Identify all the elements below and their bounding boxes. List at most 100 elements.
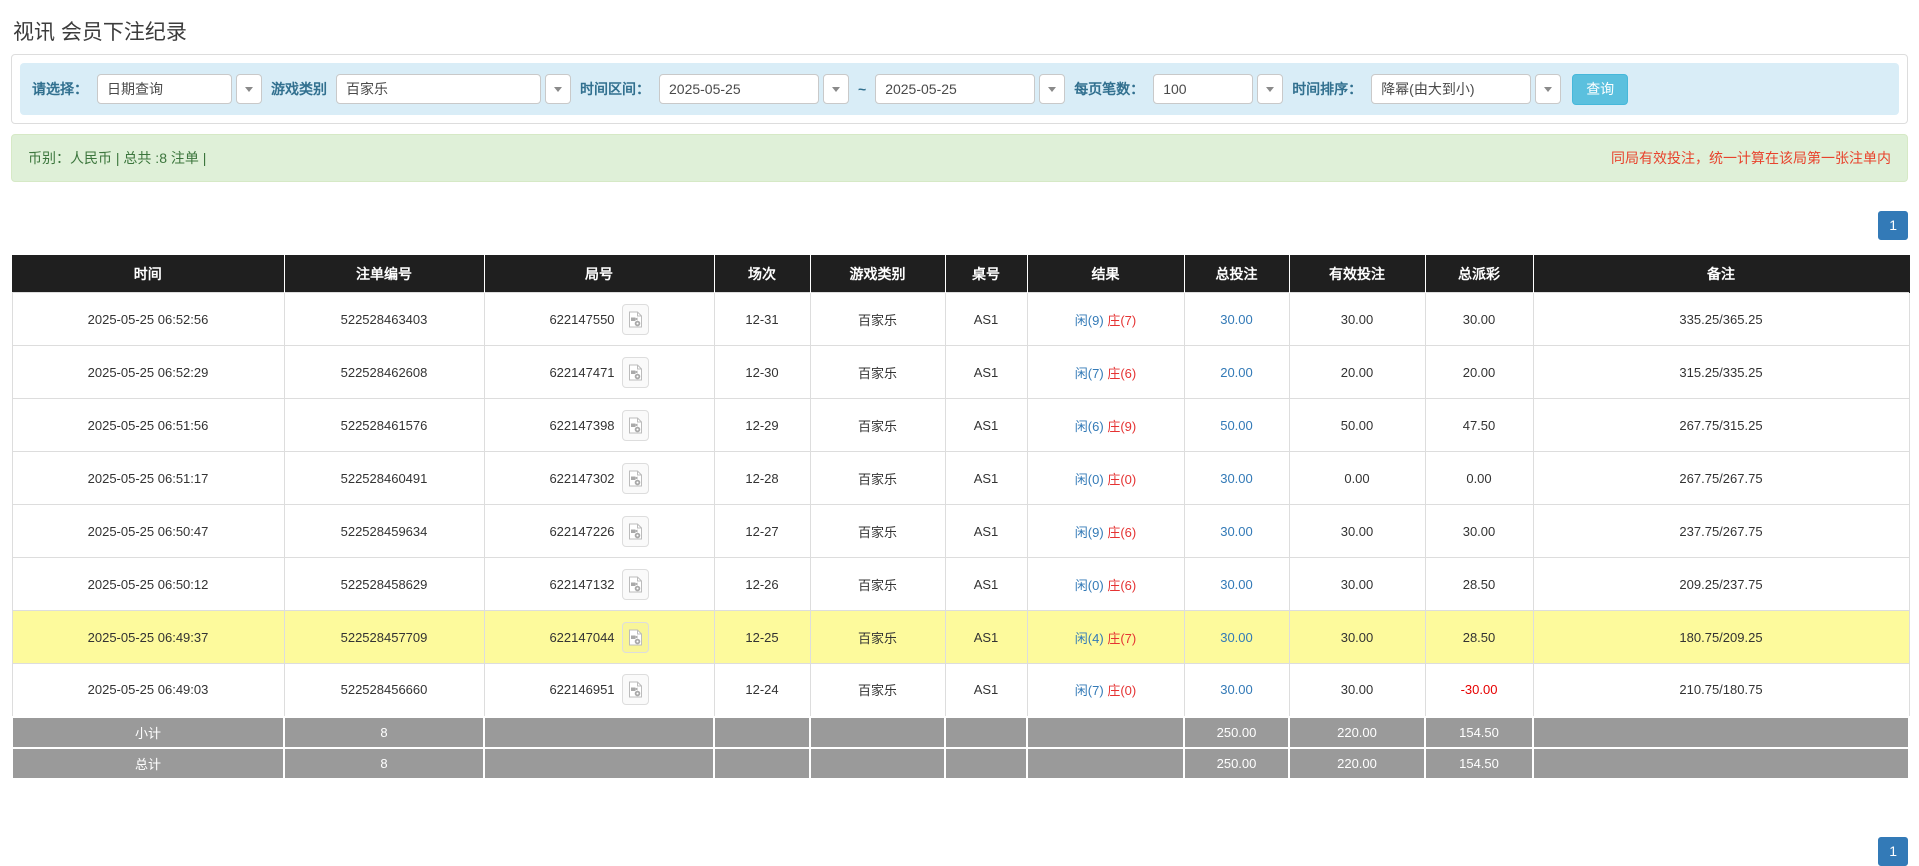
cell-time: 2025-05-25 06:49:03 [12, 664, 284, 717]
game-type-select[interactable]: 百家乐 [336, 74, 571, 104]
header-result: 结果 [1027, 256, 1184, 293]
header-table-no: 桌号 [945, 256, 1027, 293]
table-row[interactable]: 2025-05-25 06:50:12 522528458629 6221471… [12, 558, 1909, 611]
date-from-dropdown-button[interactable] [823, 74, 849, 104]
date-query-value[interactable]: 日期查询 [97, 74, 232, 104]
cell-valid-bet: 20.00 [1289, 346, 1425, 399]
total-bet-link[interactable]: 30.00 [1220, 524, 1253, 539]
cell-bet-id: 522528456660 [284, 664, 484, 717]
summary-bar: 币别：人民币 | 总共 :8 注单 | 同局有效投注，统一计算在该局第一张注单内 [11, 134, 1908, 182]
date-query-dropdown-button[interactable] [236, 74, 262, 104]
total-bet-link[interactable]: 20.00 [1220, 365, 1253, 380]
header-round-id: 局号 [484, 256, 714, 293]
chevron-down-icon [1544, 87, 1552, 92]
table-row[interactable]: 2025-05-25 06:52:29 522528462608 6221474… [12, 346, 1909, 399]
table-row[interactable]: 2025-05-25 06:51:56 522528461576 6221473… [12, 399, 1909, 452]
select-label: 请选择： [32, 79, 88, 99]
video-record-icon[interactable] [622, 569, 649, 600]
page-button-1[interactable]: 1 [1878, 211, 1908, 240]
subtotal-payout: 154.50 [1425, 717, 1533, 748]
cell-round-id: 622147398 [484, 399, 714, 452]
cell-round-id: 622147302 [484, 452, 714, 505]
total-row: 总计 8 250.00 220.00 154.50 [12, 748, 1909, 779]
cell-game-type: 百家乐 [810, 611, 945, 664]
page-size-value[interactable]: 100 [1153, 74, 1253, 104]
cell-table-no: AS1 [945, 293, 1027, 346]
round-id-value: 622147302 [549, 471, 614, 486]
round-id-value: 622146951 [549, 682, 614, 697]
cell-game-type: 百家乐 [810, 346, 945, 399]
video-record-icon[interactable] [622, 463, 649, 494]
total-bet-link[interactable]: 30.00 [1220, 471, 1253, 486]
cell-valid-bet: 30.00 [1289, 664, 1425, 717]
cell-payout: 0.00 [1425, 452, 1533, 505]
cell-payout: 30.00 [1425, 293, 1533, 346]
date-from-value[interactable]: 2025-05-25 [659, 74, 819, 104]
game-type-value[interactable]: 百家乐 [336, 74, 541, 104]
page-size-select[interactable]: 100 [1153, 74, 1283, 104]
cell-payout: 28.50 [1425, 611, 1533, 664]
cell-game-type: 百家乐 [810, 558, 945, 611]
total-bet-link[interactable]: 30.00 [1220, 630, 1253, 645]
total-bet-link[interactable]: 30.00 [1220, 682, 1253, 697]
round-id-value: 622147226 [549, 524, 614, 539]
search-button[interactable]: 查询 [1572, 74, 1628, 105]
video-record-icon[interactable] [622, 304, 649, 335]
cell-time: 2025-05-25 06:52:29 [12, 346, 284, 399]
cell-game-type: 百家乐 [810, 452, 945, 505]
video-record-icon[interactable] [622, 674, 649, 705]
video-record-icon[interactable] [622, 622, 649, 653]
cell-time: 2025-05-25 06:52:56 [12, 293, 284, 346]
total-bet-link[interactable]: 30.00 [1220, 577, 1253, 592]
page-size-dropdown-button[interactable] [1257, 74, 1283, 104]
result-player: 闲(7) [1075, 683, 1104, 698]
date-to-input[interactable]: 2025-05-25 [875, 74, 1065, 104]
chevron-down-icon [1266, 87, 1274, 92]
cell-remark: 209.25/237.75 [1533, 558, 1909, 611]
cell-valid-bet: 30.00 [1289, 293, 1425, 346]
sort-order-dropdown-button[interactable] [1535, 74, 1561, 104]
video-record-icon[interactable] [622, 410, 649, 441]
result-banker: 庄(0) [1107, 683, 1136, 698]
cell-round-id: 622147550 [484, 293, 714, 346]
table-row[interactable]: 2025-05-25 06:52:56 522528463403 6221475… [12, 293, 1909, 346]
total-valid-bet: 220.00 [1289, 748, 1425, 779]
page-button-1-bottom[interactable]: 1 [1878, 837, 1908, 866]
video-record-icon[interactable] [622, 357, 649, 388]
cell-total-bet: 30.00 [1184, 452, 1289, 505]
table-row[interactable]: 2025-05-25 06:51:17 522528460491 6221473… [12, 452, 1909, 505]
cell-total-bet: 20.00 [1184, 346, 1289, 399]
table-row[interactable]: 2025-05-25 06:49:03 522528456660 6221469… [12, 664, 1909, 717]
cell-payout: 30.00 [1425, 505, 1533, 558]
subtotal-valid-bet: 220.00 [1289, 717, 1425, 748]
result-player: 闲(7) [1075, 366, 1104, 381]
round-id-value: 622147398 [549, 418, 614, 433]
cell-result: 闲(4) 庄(7) [1027, 611, 1184, 664]
date-to-value[interactable]: 2025-05-25 [875, 74, 1035, 104]
date-from-input[interactable]: 2025-05-25 [659, 74, 849, 104]
cell-time: 2025-05-25 06:51:56 [12, 399, 284, 452]
betting-records-table: 时间 注单编号 局号 场次 游戏类别 桌号 结果 总投注 有效投注 总派彩 备注… [11, 255, 1910, 780]
cell-total-bet: 30.00 [1184, 558, 1289, 611]
total-bet-link[interactable]: 50.00 [1220, 418, 1253, 433]
cell-time: 2025-05-25 06:49:37 [12, 611, 284, 664]
header-remark: 备注 [1533, 256, 1909, 293]
date-to-dropdown-button[interactable] [1039, 74, 1065, 104]
cell-valid-bet: 30.00 [1289, 558, 1425, 611]
cell-session: 12-24 [714, 664, 810, 717]
header-bet-id: 注单编号 [284, 256, 484, 293]
pagination-top: 1 [11, 211, 1908, 240]
game-type-dropdown-button[interactable] [545, 74, 571, 104]
sort-order-select[interactable]: 降幂(由大到小) [1371, 74, 1561, 104]
sort-order-value[interactable]: 降幂(由大到小) [1371, 74, 1531, 104]
date-query-select[interactable]: 日期查询 [97, 74, 262, 104]
header-valid-bet: 有效投注 [1289, 256, 1425, 293]
cell-remark: 315.25/335.25 [1533, 346, 1909, 399]
table-row[interactable]: 2025-05-25 06:50:47 522528459634 6221472… [12, 505, 1909, 558]
cell-table-no: AS1 [945, 346, 1027, 399]
video-record-icon[interactable] [622, 516, 649, 547]
cell-round-id: 622147471 [484, 346, 714, 399]
table-row[interactable]: 2025-05-25 06:49:37 522528457709 6221470… [12, 611, 1909, 664]
total-bet-link[interactable]: 30.00 [1220, 312, 1253, 327]
total-payout: 154.50 [1425, 748, 1533, 779]
